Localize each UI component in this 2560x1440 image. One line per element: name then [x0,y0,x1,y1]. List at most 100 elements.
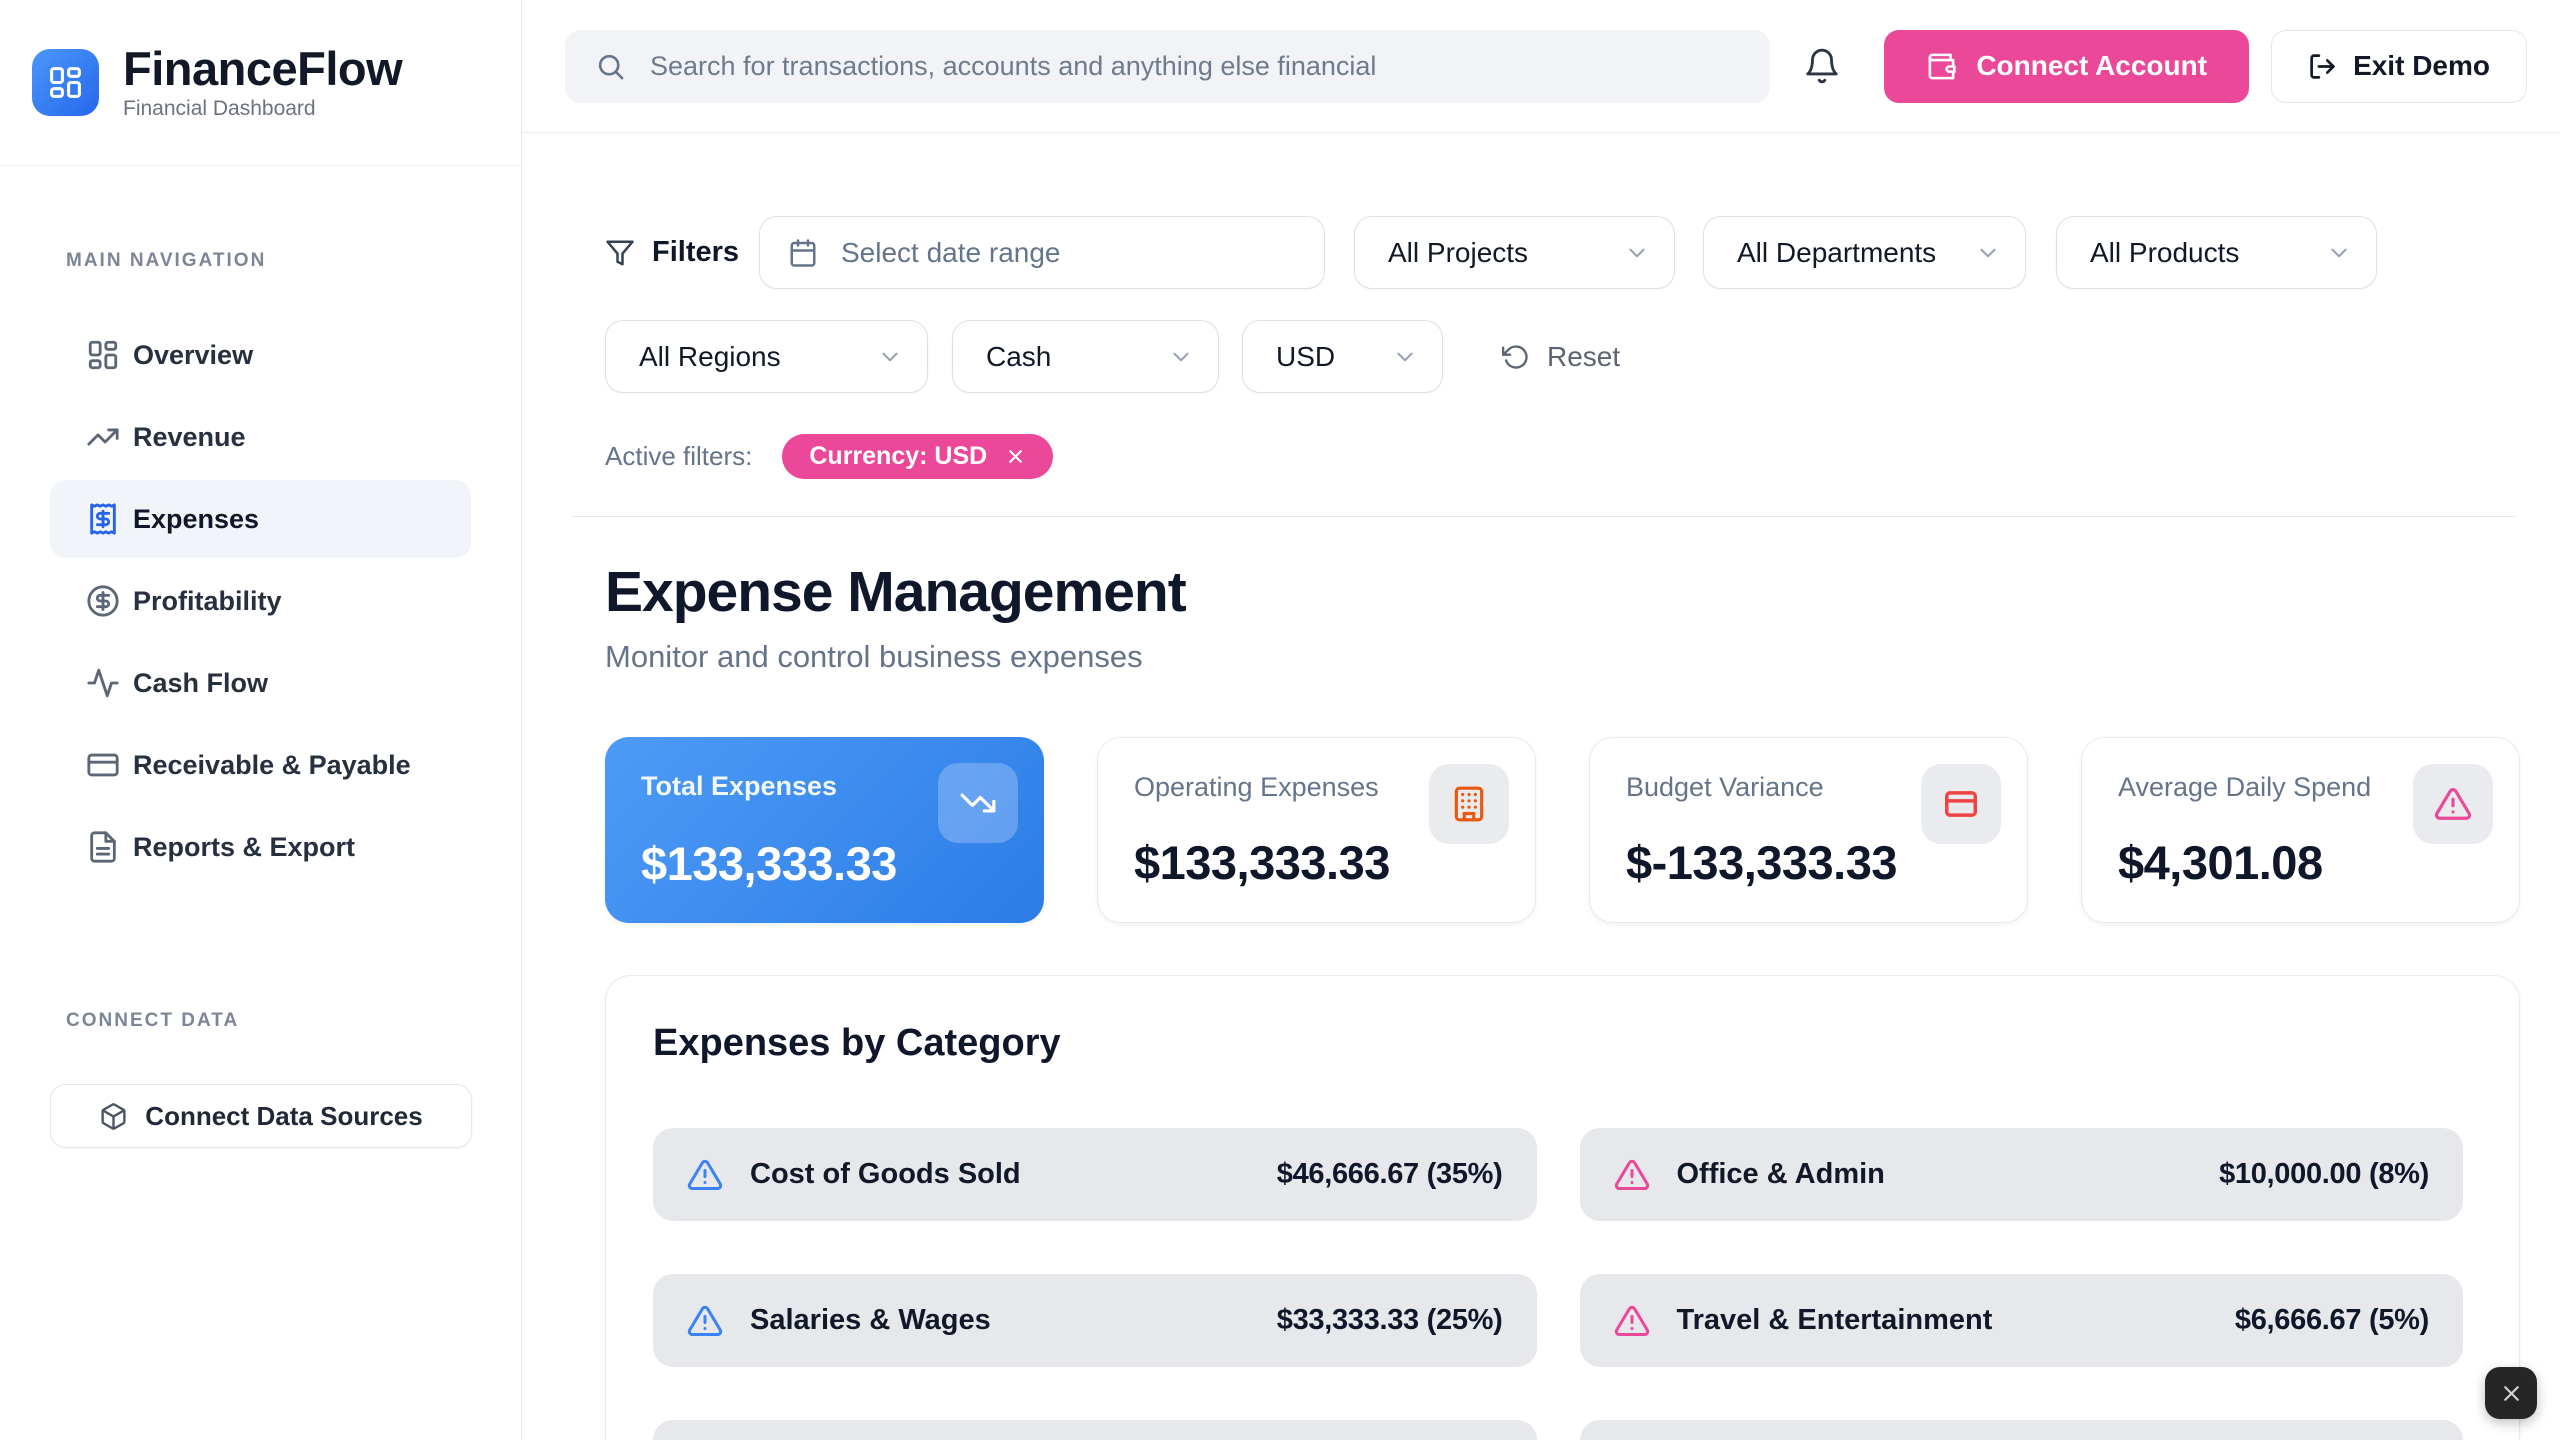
connect-data-sources-button[interactable]: Connect Data Sources [50,1084,472,1148]
chevron-down-icon [2326,240,2352,266]
reset-filters-button[interactable]: Reset [1496,340,1626,374]
category-row-salaries-wages: Salaries & Wages $33,333.33 (25%) [653,1274,1537,1367]
departments-select[interactable]: All Departments [1703,216,2026,289]
sidebar-item-label: Overview [133,340,253,371]
exit-demo-button[interactable]: Exit Demo [2271,30,2527,103]
stat-card-average-daily-spend: Average Daily Spend $4,301.08 [2081,737,2520,923]
trending-down-icon [938,763,1018,843]
category-value: $6,666.67 (5%) [2235,1304,2429,1337]
circle-dollar-icon [86,584,120,618]
category-value: $46,666.67 (35%) [1277,1158,1503,1191]
content: Filters Select date range All Projects A… [522,133,2560,1440]
credit-card-icon [86,748,120,782]
brand: FinanceFlow Financial Dashboard [0,0,521,166]
alert-triangle-icon [1614,1303,1650,1339]
category-row-office-admin: Office & Admin $10,000.00 (8%) [1580,1128,2464,1221]
topbar: Connect Account Exit Demo [522,0,2560,133]
chevron-down-icon [1975,240,2001,266]
category-row-marketing: Marketing $20,000.00 (15%) [653,1420,1537,1440]
sidebar-item-label: Profitability [133,586,282,617]
financeflow-app: FinanceFlow Financial Dashboard MAIN NAV… [0,0,2560,1440]
sidebar-item-label: Receivable & Payable [133,750,411,781]
global-search[interactable] [565,30,1770,103]
connect-account-button[interactable]: Connect Account [1884,30,2249,103]
overlay-close-button[interactable] [2485,1367,2537,1419]
funnel-icon [605,238,635,268]
rotate-ccw-icon [1502,343,1530,371]
alert-triangle-icon [687,1303,723,1339]
chevron-down-icon [1624,240,1650,266]
currency-select-value: USD [1276,341,1335,373]
sidebar-item-receivable-payable[interactable]: Receivable & Payable [50,726,471,804]
category-name: Office & Admin [1677,1158,1885,1191]
projects-select-value: All Projects [1388,237,1528,269]
page-subtitle: Monitor and control business expenses [605,639,2520,675]
search-icon [595,51,626,82]
notifications-button[interactable] [1798,42,1846,90]
filters-title: Filters [652,236,739,269]
date-range-input[interactable]: Select date range [759,216,1325,289]
products-select[interactable]: All Products [2056,216,2377,289]
main-column: Connect Account Exit Demo Filters Select… [522,0,2560,1440]
close-icon[interactable] [1005,446,1026,467]
category-row-professional-services: Professional Services $3,333.33 (3%) [1580,1420,2464,1440]
sidebar-item-label: Expenses [133,504,259,535]
category-row-travel-entertainment: Travel & Entertainment $6,666.67 (5%) [1580,1274,2464,1367]
projects-select[interactable]: All Projects [1354,216,1675,289]
exit-demo-label: Exit Demo [2353,50,2490,82]
file-text-icon [86,830,120,864]
category-value: $33,333.33 (25%) [1277,1304,1503,1337]
sidebar-item-expenses[interactable]: Expenses [50,480,471,558]
alert-triangle-icon [687,1157,723,1193]
activity-icon [86,666,120,700]
page-title: Expense Management [605,559,2520,625]
filters-heading: Filters [605,236,759,269]
search-input[interactable] [648,50,1740,83]
building-icon [1429,764,1509,844]
currency-select[interactable]: USD [1242,320,1443,393]
category-name: Salaries & Wages [750,1304,991,1337]
filters-row-1: Filters Select date range All Projects A… [605,216,2520,289]
stat-card-budget-variance: Budget Variance $-133,333.33 [1589,737,2028,923]
chevron-down-icon [877,344,903,370]
active-filters-row: Active filters: Currency: USD [605,434,2520,479]
receipt-icon [86,502,120,536]
sidebar-item-reports-export[interactable]: Reports & Export [50,808,471,886]
category-name: Cost of Goods Sold [750,1158,1021,1191]
bell-icon [1803,47,1841,85]
expenses-by-category-card: Expenses by Category Cost of Goods Sold … [605,975,2520,1440]
date-range-placeholder: Select date range [841,237,1061,269]
products-select-value: All Products [2090,237,2239,269]
sidebar-item-cash-flow[interactable]: Cash Flow [50,644,471,722]
stat-card-operating-expenses: Operating Expenses $133,333.33 [1097,737,1536,923]
sidebar-item-label: Revenue [133,422,246,453]
chip-label: Currency: USD [809,442,987,471]
close-icon [2499,1381,2524,1406]
sidebar-item-label: Cash Flow [133,668,268,699]
sidebar-item-overview[interactable]: Overview [50,316,471,394]
filters-row-2: All Regions Cash USD Reset [605,320,2520,393]
sidebar-item-profitability[interactable]: Profitability [50,562,471,640]
chevron-down-icon [1392,344,1418,370]
nav-section-heading: MAIN NAVIGATION [66,250,521,272]
regions-select-value: All Regions [639,341,781,373]
connect-data-heading: CONNECT DATA [66,1010,521,1032]
stat-cards-row: Total Expenses $133,333.33 Operating Exp… [605,737,2520,923]
regions-select[interactable]: All Regions [605,320,928,393]
credit-card-icon [1921,764,2001,844]
category-grid: Cost of Goods Sold $46,666.67 (35%) Offi… [653,1128,2463,1440]
stat-value: $-133,333.33 [1626,835,1897,890]
brand-tagline: Financial Dashboard [123,97,402,121]
section-divider [572,516,2515,517]
active-filter-chip-currency[interactable]: Currency: USD [782,434,1053,479]
reset-label: Reset [1547,341,1620,373]
layout-dashboard-icon [86,338,120,372]
sidebar-item-revenue[interactable]: Revenue [50,398,471,476]
alert-triangle-icon [2413,764,2493,844]
accounting-basis-value: Cash [986,341,1051,373]
stat-value: $133,333.33 [641,836,897,891]
log-out-icon [2308,52,2337,81]
package-icon [99,1102,128,1131]
accounting-basis-select[interactable]: Cash [952,320,1219,393]
expenses-by-category-title: Expenses by Category [653,1022,2463,1065]
